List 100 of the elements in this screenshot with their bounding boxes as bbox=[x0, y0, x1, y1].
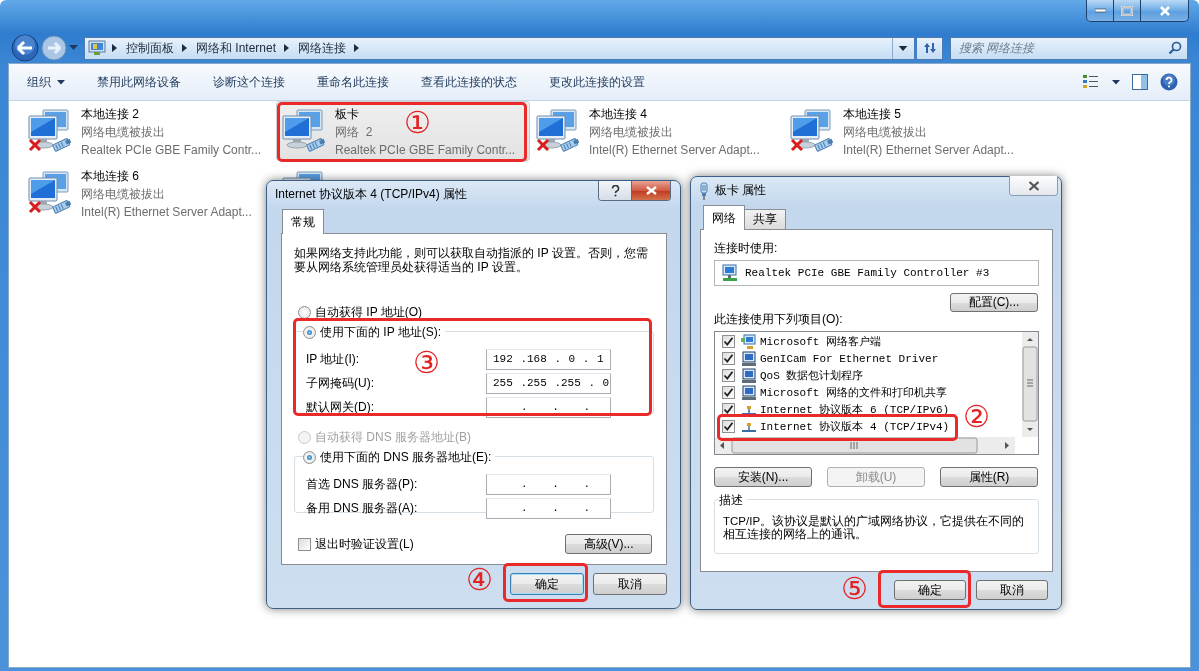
radio-label: 自动获得 DNS 服务器地址(B) bbox=[315, 429, 471, 445]
dialog-button[interactable]: 取消 bbox=[976, 580, 1048, 600]
toolbar-button[interactable]: 诊断这个连接 bbox=[203, 70, 295, 94]
step-number: ③ bbox=[413, 346, 440, 380]
field-label: 备用 DNS 服务器(A): bbox=[306, 500, 418, 516]
toolbar-button[interactable]: 组织 bbox=[17, 70, 75, 94]
checkbox-label: 退出时验证设置(L) bbox=[315, 536, 414, 552]
connection-item[interactable]: 本地连接 6 网络电缆被拔出 Intel(R) Ethernet Server Adapt... bbox=[22, 163, 276, 223]
address-bar[interactable]: 控制面板 网络和 Internet 网络连接 bbox=[84, 36, 915, 60]
close-icon bbox=[1027, 180, 1040, 191]
checkbox[interactable] bbox=[722, 386, 735, 399]
close-button[interactable] bbox=[632, 181, 670, 200]
field-label: 子网掩码(U): bbox=[306, 375, 374, 391]
field-label: 首选 DNS 服务器(P): bbox=[306, 476, 418, 492]
ip-address-field[interactable]: 192 .168 . 0 . 1 bbox=[486, 348, 611, 370]
tick-icon bbox=[723, 370, 734, 381]
service-icon bbox=[741, 350, 757, 367]
radio-button[interactable] bbox=[303, 325, 316, 339]
field-label: IP 地址(I): bbox=[306, 351, 360, 367]
list-item-label: Microsoft 网络客户端 bbox=[760, 335, 881, 349]
step-number: ① bbox=[404, 106, 431, 140]
tab[interactable]: 共享 bbox=[744, 209, 786, 229]
tick-icon bbox=[723, 336, 734, 347]
step-number: ④ bbox=[466, 563, 493, 597]
device-name: Intel(R) Ethernet Server Adapt... bbox=[81, 204, 252, 221]
ip-address-field[interactable]: . . . bbox=[486, 396, 611, 418]
close-icon bbox=[1158, 5, 1171, 16]
minimize-button[interactable] bbox=[1087, 0, 1114, 21]
connection-name: 本地连接 2 bbox=[81, 106, 139, 123]
network-adapter-icon bbox=[721, 264, 739, 282]
checkbox[interactable] bbox=[722, 352, 735, 365]
chevron-icon[interactable] bbox=[112, 44, 118, 52]
toolbar-button[interactable]: 查看此连接的状态 bbox=[411, 70, 527, 94]
breadcrumb-item[interactable]: 网络连接 bbox=[296, 39, 349, 57]
connection-item[interactable]: 本地连接 4 网络电缆被拔出 Intel(R) Ethernet Server Adapt... bbox=[530, 101, 784, 161]
forward-button[interactable] bbox=[41, 35, 67, 61]
tick-icon bbox=[723, 404, 734, 415]
ip-address-field[interactable]: . . . bbox=[486, 497, 611, 519]
connection-item[interactable]: 本地连接 2 网络电缆被拔出 Realtek PCIe GBE Family Contr... bbox=[22, 101, 276, 161]
client-icon bbox=[741, 333, 757, 350]
close-icon bbox=[645, 186, 657, 195]
list-item-label: QoS 数据包计划程序 bbox=[760, 369, 864, 383]
list-item-label: Internet 协议版本 6 (TCP/IPv6) bbox=[760, 403, 950, 417]
section-label: 连接时使用: bbox=[714, 241, 779, 256]
preview-pane-icon[interactable] bbox=[1132, 74, 1148, 90]
checkbox[interactable] bbox=[298, 537, 311, 551]
tab[interactable]: 常规 bbox=[282, 209, 324, 234]
horizontal-scrollbar[interactable] bbox=[715, 437, 1015, 454]
toolbar-button[interactable]: 禁用此网络设备 bbox=[87, 70, 191, 94]
search-icon[interactable] bbox=[1168, 40, 1182, 55]
tick-icon bbox=[723, 421, 734, 432]
adapter-field: Realtek PCIe GBE Family Controller #3 bbox=[714, 260, 1039, 286]
connection-name: 本地连接 4 bbox=[589, 106, 647, 123]
dialog-button[interactable]: 确定 bbox=[510, 573, 584, 595]
chevron-icon[interactable] bbox=[354, 44, 361, 52]
step-number: ⑤ bbox=[841, 572, 868, 606]
caret-icon[interactable] bbox=[1112, 79, 1120, 85]
back-button[interactable] bbox=[11, 34, 39, 62]
refresh-button[interactable] bbox=[917, 36, 943, 60]
item-button[interactable]: 属性(R) bbox=[940, 467, 1038, 487]
ip-address-field[interactable]: 255 .255 .255 . 0 bbox=[486, 372, 611, 394]
toolbar-button[interactable]: 更改此连接的设置 bbox=[539, 70, 655, 94]
close-button[interactable] bbox=[1010, 176, 1057, 195]
radio-label: 使用下面的 DNS 服务器地址(E): bbox=[320, 449, 492, 465]
ip-address-field[interactable]: . . . bbox=[486, 473, 611, 495]
dialog-button[interactable]: 取消 bbox=[593, 573, 667, 595]
advanced-button[interactable]: 高级(V)... bbox=[565, 534, 652, 554]
chevron-icon[interactable] bbox=[284, 44, 291, 52]
connection-name: 本地连接 5 bbox=[843, 106, 901, 123]
search-field[interactable]: 搜索 网络连接 bbox=[950, 36, 1188, 60]
connection-name: 板卡 bbox=[335, 106, 359, 123]
connection-item[interactable]: 本地连接 5 网络电缆被拔出 Intel(R) Ethernet Server Adapt... bbox=[784, 101, 1038, 161]
checkbox[interactable] bbox=[722, 335, 735, 348]
list-item-label: Microsoft 网络的文件和打印机共享 bbox=[760, 386, 947, 400]
radio-button[interactable] bbox=[303, 450, 316, 464]
maximize-button[interactable] bbox=[1114, 0, 1141, 21]
checkbox[interactable] bbox=[722, 420, 735, 433]
help-button[interactable] bbox=[599, 181, 632, 200]
checkbox[interactable] bbox=[722, 369, 735, 382]
chevron-icon[interactable] bbox=[182, 44, 188, 52]
vertical-scrollbar[interactable] bbox=[1022, 332, 1038, 437]
dialog-button[interactable]: 确定 bbox=[894, 580, 966, 600]
control-panel-icon bbox=[88, 39, 106, 57]
view-options-icon[interactable] bbox=[1082, 74, 1100, 90]
breadcrumb-item[interactable]: 控制面板 bbox=[124, 39, 176, 57]
radio-button[interactable] bbox=[298, 305, 311, 319]
network-plug-icon bbox=[699, 181, 709, 200]
tab[interactable]: 网络 bbox=[703, 205, 745, 230]
section-label: 此连接使用下列项目(O): bbox=[714, 312, 844, 327]
configure-button[interactable]: 配置(C)... bbox=[950, 293, 1038, 312]
field-label: 默认网关(D): bbox=[306, 399, 374, 415]
radio-label: 使用下面的 IP 地址(S): bbox=[320, 324, 442, 340]
help-icon[interactable] bbox=[1160, 73, 1178, 91]
service-icon bbox=[741, 367, 757, 384]
item-button[interactable]: 安装(N)... bbox=[714, 467, 812, 487]
toolbar-button[interactable]: 重命名此连接 bbox=[307, 70, 399, 94]
device-name: Realtek PCIe GBE Family Contr... bbox=[335, 142, 516, 159]
radio-label: 自动获得 IP 地址(O) bbox=[315, 304, 423, 320]
breadcrumb-item[interactable]: 网络和 Internet bbox=[194, 39, 279, 57]
refresh-icon bbox=[921, 41, 938, 55]
